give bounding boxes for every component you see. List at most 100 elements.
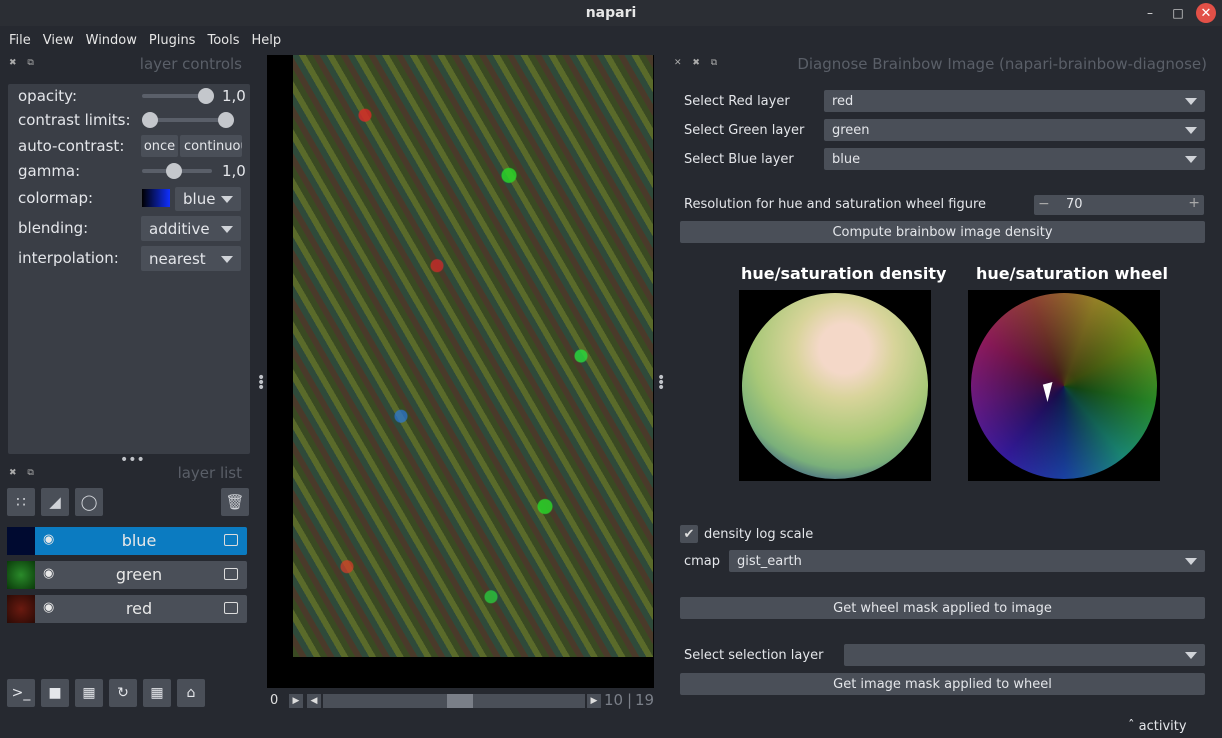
contrast-limits-slider[interactable] <box>142 112 234 128</box>
colormap-value: blue <box>183 190 216 208</box>
visibility-eye-icon[interactable]: ◉ <box>43 532 54 547</box>
image-layer-icon <box>224 568 238 580</box>
chevron-down-icon <box>221 196 233 203</box>
visibility-eye-icon[interactable]: ◉ <box>43 566 54 581</box>
cmap-select[interactable]: gist_earth <box>729 550 1205 572</box>
plugin-title: Diagnose Brainbow Image (napari-brainbow… <box>797 55 1207 73</box>
auto-contrast-label: auto-contrast: <box>18 137 125 155</box>
blue-layer-select[interactable]: blue <box>824 148 1205 170</box>
red-layer-label: Select Red layer <box>684 94 790 109</box>
layer-controls-title: layer controls <box>139 55 242 73</box>
menu-plugins[interactable]: Plugins <box>143 33 202 48</box>
layer-item-blue[interactable]: ◉ blue <box>7 527 247 555</box>
continuous-button[interactable]: continuous <box>180 135 242 157</box>
resolution-label: Resolution for hue and saturation wheel … <box>684 197 987 212</box>
density-log-scale-label: density log scale <box>704 527 814 542</box>
dims-slider: 0 ▶ ◀ ▶ 10 | 19 <box>267 690 654 712</box>
blue-layer-label: Select Blue layer <box>684 152 794 167</box>
wheel-mask-button[interactable]: Get wheel mask applied to image <box>680 597 1205 619</box>
activity-button[interactable]: ˆ activity <box>1128 719 1187 734</box>
opacity-label: opacity: <box>18 87 78 105</box>
density-log-scale-checkbox[interactable]: ✔ <box>680 525 698 543</box>
green-layer-select[interactable]: green <box>824 119 1205 141</box>
menu-tools[interactable]: Tools <box>201 33 245 48</box>
right-splitter-handle[interactable]: • • • <box>657 371 665 395</box>
maximize-icon[interactable]: □ <box>1168 3 1188 23</box>
interpolation-select[interactable]: nearest <box>141 246 241 271</box>
menu-window[interactable]: Window <box>80 33 143 48</box>
colormap-select[interactable]: blue <box>175 187 241 211</box>
delete-layer-icon[interactable]: 🗑 <box>221 488 249 516</box>
image-layer-icon <box>224 534 238 546</box>
image-mask-button[interactable]: Get image mask applied to wheel <box>680 673 1205 695</box>
viewer-canvas[interactable] <box>267 55 654 688</box>
roll-icon[interactable]: ↻ <box>109 679 137 707</box>
selection-layer-select[interactable] <box>844 644 1205 666</box>
plugin-header: ✕ ✖ ⧉ Diagnose Brainbow Image (napari-br… <box>672 54 1222 74</box>
interpolation-label: interpolation: <box>18 249 119 267</box>
dock-float-icon[interactable]: ✖ ⧉ <box>9 468 38 478</box>
red-layer-value: red <box>832 93 854 109</box>
step-back-icon[interactable]: ◀ <box>307 694 321 708</box>
layer-list-header: ✖ ⧉ layer list <box>0 464 250 484</box>
layer-thumbnail <box>7 527 35 555</box>
visibility-eye-icon[interactable]: ◉ <box>43 600 54 615</box>
colormap-label: colormap: <box>18 189 94 207</box>
menu-view[interactable]: View <box>37 33 80 48</box>
left-splitter-handle[interactable]: • • • <box>257 371 265 395</box>
resolution-spinbox[interactable]: − 70 + <box>1034 195 1204 215</box>
menu-help[interactable]: Help <box>246 33 288 48</box>
chevron-down-icon <box>1185 98 1197 105</box>
gamma-slider[interactable] <box>142 163 212 179</box>
3d-cube-icon[interactable]: ▦ <box>75 679 103 707</box>
menu-file[interactable]: File <box>3 33 37 48</box>
play-icon[interactable]: ▶ <box>289 694 303 708</box>
plus-icon[interactable]: + <box>1188 195 1200 211</box>
dims-separator: | <box>627 691 633 709</box>
dock-close-icon[interactable]: ✕ ✖ ⧉ <box>674 58 721 68</box>
compute-density-button[interactable]: Compute brainbow image density <box>680 221 1205 243</box>
dock-float-icon[interactable]: ✖ ⧉ <box>9 58 38 68</box>
grid-icon[interactable]: ▦ <box>143 679 171 707</box>
chevron-down-icon <box>1185 652 1197 659</box>
dims-total: 19 <box>635 691 655 709</box>
chevron-up-icon: ˆ <box>1128 719 1135 734</box>
dims-track[interactable] <box>323 694 585 708</box>
step-forward-icon[interactable]: ▶ <box>587 694 601 708</box>
red-layer-select[interactable]: red <box>824 90 1205 112</box>
layer-controls-panel: opacity: 1,0 contrast limits: auto-contr… <box>8 84 250 454</box>
density-figure-title: hue/saturation density <box>741 264 947 283</box>
new-shapes-icon[interactable]: ◢ <box>41 488 69 516</box>
new-points-icon[interactable]: ∷ <box>7 488 35 516</box>
resolution-value: 70 <box>1066 197 1083 212</box>
blending-select[interactable]: additive <box>141 216 241 241</box>
menu-bar: File View Window Plugins Tools Help <box>0 28 1222 52</box>
wheel-figure[interactable] <box>968 290 1160 481</box>
checkmark-icon: ✔ <box>683 526 695 542</box>
interpolation-value: nearest <box>149 249 206 268</box>
layer-controls-header: ✖ ⧉ layer controls <box>0 54 250 76</box>
console-icon[interactable]: >_ <box>7 679 35 707</box>
density-figure <box>739 290 931 481</box>
once-button[interactable]: once <box>141 135 178 157</box>
minimize-icon[interactable]: – <box>1140 3 1160 23</box>
layer-thumbnail <box>7 561 35 589</box>
close-icon[interactable]: ✕ <box>1196 3 1216 23</box>
chevron-down-icon <box>221 255 233 263</box>
activity-label: activity <box>1138 719 1187 734</box>
opacity-value: 1,0 <box>222 87 246 105</box>
layer-item-green[interactable]: ◉ green <box>7 561 247 589</box>
new-labels-icon[interactable]: ◯ <box>75 488 103 516</box>
image-layer-icon <box>224 602 238 614</box>
home-icon[interactable]: ⌂ <box>177 679 205 707</box>
minus-icon[interactable]: − <box>1038 196 1050 212</box>
layer-item-red[interactable]: ◉ red <box>7 595 247 623</box>
dims-thumb[interactable] <box>447 694 473 708</box>
ndisplay-icon[interactable]: ■ <box>41 679 69 707</box>
dims-current: 10 <box>604 691 624 709</box>
chevron-down-icon <box>1185 156 1197 163</box>
opacity-slider[interactable] <box>142 88 214 104</box>
cmap-label: cmap <box>684 554 721 569</box>
gamma-label: gamma: <box>18 162 81 180</box>
layer-name: green <box>115 565 163 584</box>
